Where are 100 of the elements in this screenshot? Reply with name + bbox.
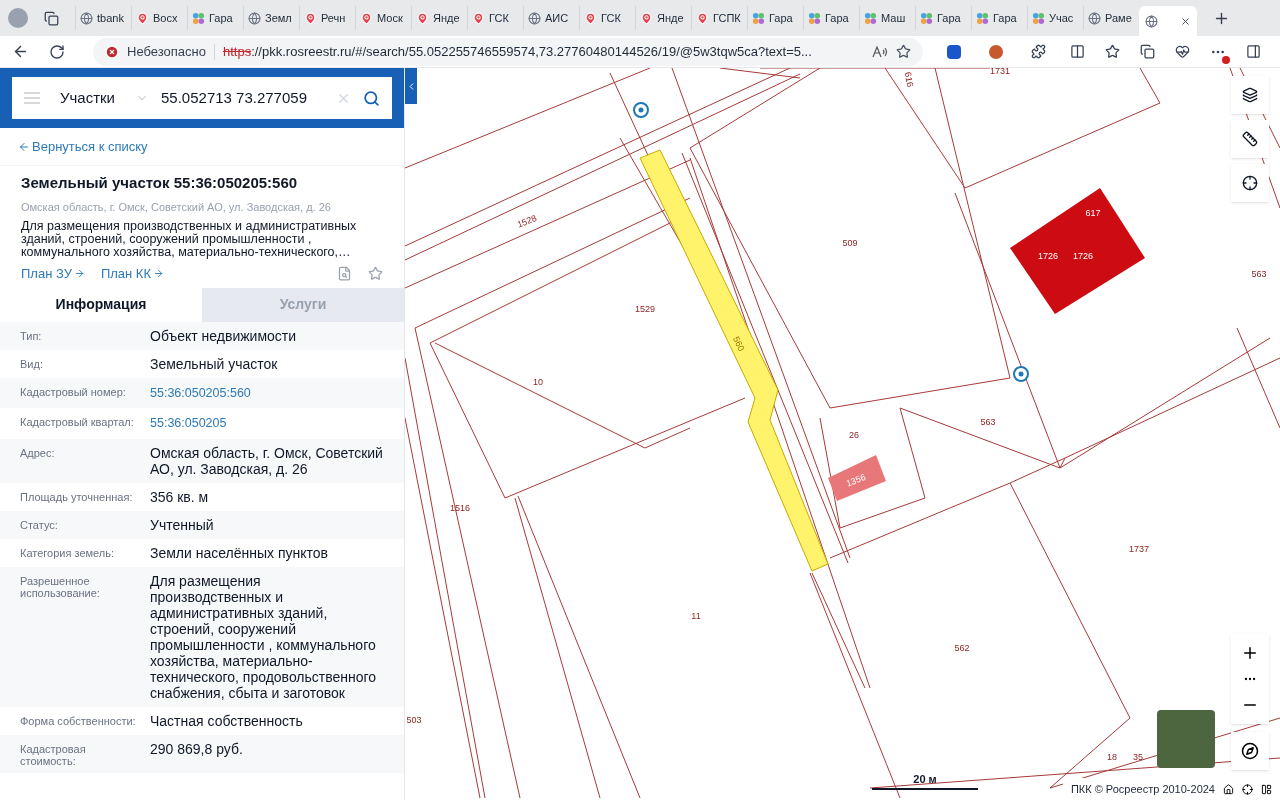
dots-icon [808, 11, 821, 25]
globe-icon [80, 11, 93, 25]
browser-tab[interactable]: Речн [299, 6, 351, 30]
back-icon[interactable] [12, 43, 29, 60]
satellite-thumbnail[interactable] [1157, 710, 1215, 768]
field-value: 290 869,8 руб. [150, 741, 244, 759]
building-shape[interactable] [828, 455, 886, 501]
tab-title: Гара [209, 10, 233, 26]
tab-title: Маш [881, 10, 906, 26]
browser-tab[interactable]: tbank [75, 6, 127, 30]
parcel-number: 1726 [1038, 251, 1058, 261]
browser-tab[interactable]: Гара [747, 6, 799, 30]
browser-tab[interactable]: Гара [971, 6, 1023, 30]
browser-tab[interactable]: Янде [635, 6, 687, 30]
dots-icon [864, 11, 877, 25]
browser-tab[interactable]: Раме [1083, 6, 1135, 30]
extensions-icon[interactable] [1031, 44, 1046, 59]
field-label: Разрешенное использование: [20, 574, 101, 601]
arrow-left-icon [18, 140, 30, 153]
arrow-right-icon [73, 268, 85, 280]
tab-title: Учас [1049, 10, 1074, 26]
browser-tab[interactable] [1139, 6, 1197, 36]
map-pin-icon [472, 11, 485, 25]
map-pin-icon [696, 11, 709, 25]
browser-tab[interactable]: Маш [859, 6, 911, 30]
building-shape[interactable] [1010, 188, 1145, 314]
attribution-text: ПКК © Росреестр 2010-2024 [1070, 781, 1215, 797]
scale-label: 20 м [913, 772, 937, 787]
browser-tab[interactable]: Янде [411, 6, 463, 30]
reload-icon[interactable] [49, 43, 65, 60]
crosshair-icon [1242, 175, 1258, 191]
browser-tab[interactable]: ГСПК [691, 6, 743, 30]
parcel-number: 509 [842, 238, 858, 248]
search-document-icon[interactable] [337, 266, 352, 282]
compass-button[interactable] [1231, 732, 1269, 770]
sidebar-icon[interactable] [1246, 44, 1261, 59]
browser-tab[interactable]: Земл [243, 6, 295, 30]
parcel-description: Для размещения производственных и административных зданий, строений, сооружений промышленности , коммунального хозяйства, материально-технического,… [21, 220, 358, 259]
security-label: Небезопасно [127, 42, 206, 61]
back-link[interactable]: Вернуться к списку [18, 136, 148, 157]
field-value: Для размещения производственных и административных зданий, строений, сооружений промышленности , коммунального хозяйства, материально-технического, продовольственного снабжения, сбыта и заготовок [150, 573, 378, 701]
health-icon[interactable] [1175, 44, 1190, 59]
favorites-icon[interactable] [1105, 44, 1120, 59]
map-tool-button[interactable] [1231, 76, 1269, 114]
field-value: Земельный участок [150, 355, 279, 372]
globe-icon [528, 11, 541, 25]
browser-tab[interactable]: АИС [523, 6, 575, 30]
field-link[interactable]: 55:36:050205 [150, 414, 227, 433]
browser-tab[interactable]: Гара [915, 6, 967, 30]
read-aloud-icon[interactable] [872, 44, 888, 59]
map-tool-button[interactable] [1231, 164, 1269, 202]
field-value: 356 кв. м [150, 489, 210, 505]
search-box[interactable]: Участки 55.052713 73.277059 [12, 77, 392, 119]
field-label: Категория земель: [20, 546, 116, 561]
favorite-icon[interactable] [896, 44, 911, 59]
collections-icon[interactable] [1140, 44, 1155, 59]
map-pin-icon [416, 11, 429, 25]
plan-link[interactable]: План КК [100, 264, 165, 284]
map-canvas[interactable]: 1731 616 1528 509 617 1726 1726 563 1529 10 560 563 26 1356 1516 11 1737 562 503 18 35 20 м ПКК © Росреестр 2010-2024 [405, 68, 1280, 800]
dots-icon [192, 11, 205, 25]
tab-title: АИС [545, 10, 569, 26]
extension-icon[interactable] [989, 44, 1003, 59]
location-marker-icon[interactable] [633, 102, 649, 118]
compass-icon [1241, 742, 1259, 760]
location-marker-icon[interactable] [1013, 366, 1029, 382]
tab-actions-icon[interactable] [44, 10, 59, 26]
tab-title: Янде [433, 10, 460, 26]
field-value: Объект недвижимости [150, 327, 298, 344]
field-link[interactable]: 55:36:050205:560 [150, 383, 251, 403]
parcel-number: 1356 [844, 471, 868, 489]
browser-tab[interactable]: ГСК [579, 6, 631, 30]
parcel-number: 1528 [515, 212, 539, 230]
search-icon[interactable] [363, 89, 380, 107]
browser-tab[interactable]: Учас [1027, 6, 1079, 30]
category-select[interactable]: Участки [60, 86, 115, 110]
dots-icon [752, 11, 765, 25]
browser-tab[interactable]: Восх [131, 6, 183, 30]
parcel-number: 503 [406, 715, 422, 725]
search-input[interactable]: 55.052713 73.277059 [161, 86, 307, 110]
field-value: Земли населённых пунктов [150, 545, 330, 561]
parcel-number: 26 [849, 430, 859, 440]
browser-tab[interactable]: Гара [803, 6, 855, 30]
parcel-number: 617 [1085, 208, 1101, 218]
zoom-in-icon[interactable] [1241, 644, 1259, 662]
parcel-number: 18 [1107, 752, 1117, 762]
map-tool-button[interactable] [1231, 120, 1269, 158]
split-screen-icon[interactable] [1070, 44, 1085, 59]
parcel-number: 560 [731, 334, 747, 353]
plan-link[interactable]: План ЗУ [21, 264, 85, 284]
panel-icon[interactable] [1261, 783, 1272, 795]
browser-tab[interactable]: Моск [355, 6, 407, 30]
crosshair-icon[interactable] [1242, 783, 1253, 795]
extension-icon[interactable] [947, 44, 961, 59]
star-icon[interactable] [368, 266, 383, 282]
tab-title: Раме [1105, 10, 1132, 26]
close-icon[interactable] [1180, 15, 1191, 27]
browser-tab[interactable]: ГСК [467, 6, 519, 30]
browser-tab[interactable]: Гара [187, 6, 239, 30]
address-bar[interactable]: Небезопасно https://pkk.rosreestr.ru/#/search/55.052255746559574,73.27760480144526/19/@5w3tqw5ca?text=5... [93, 37, 923, 66]
home-icon[interactable] [1223, 783, 1234, 795]
